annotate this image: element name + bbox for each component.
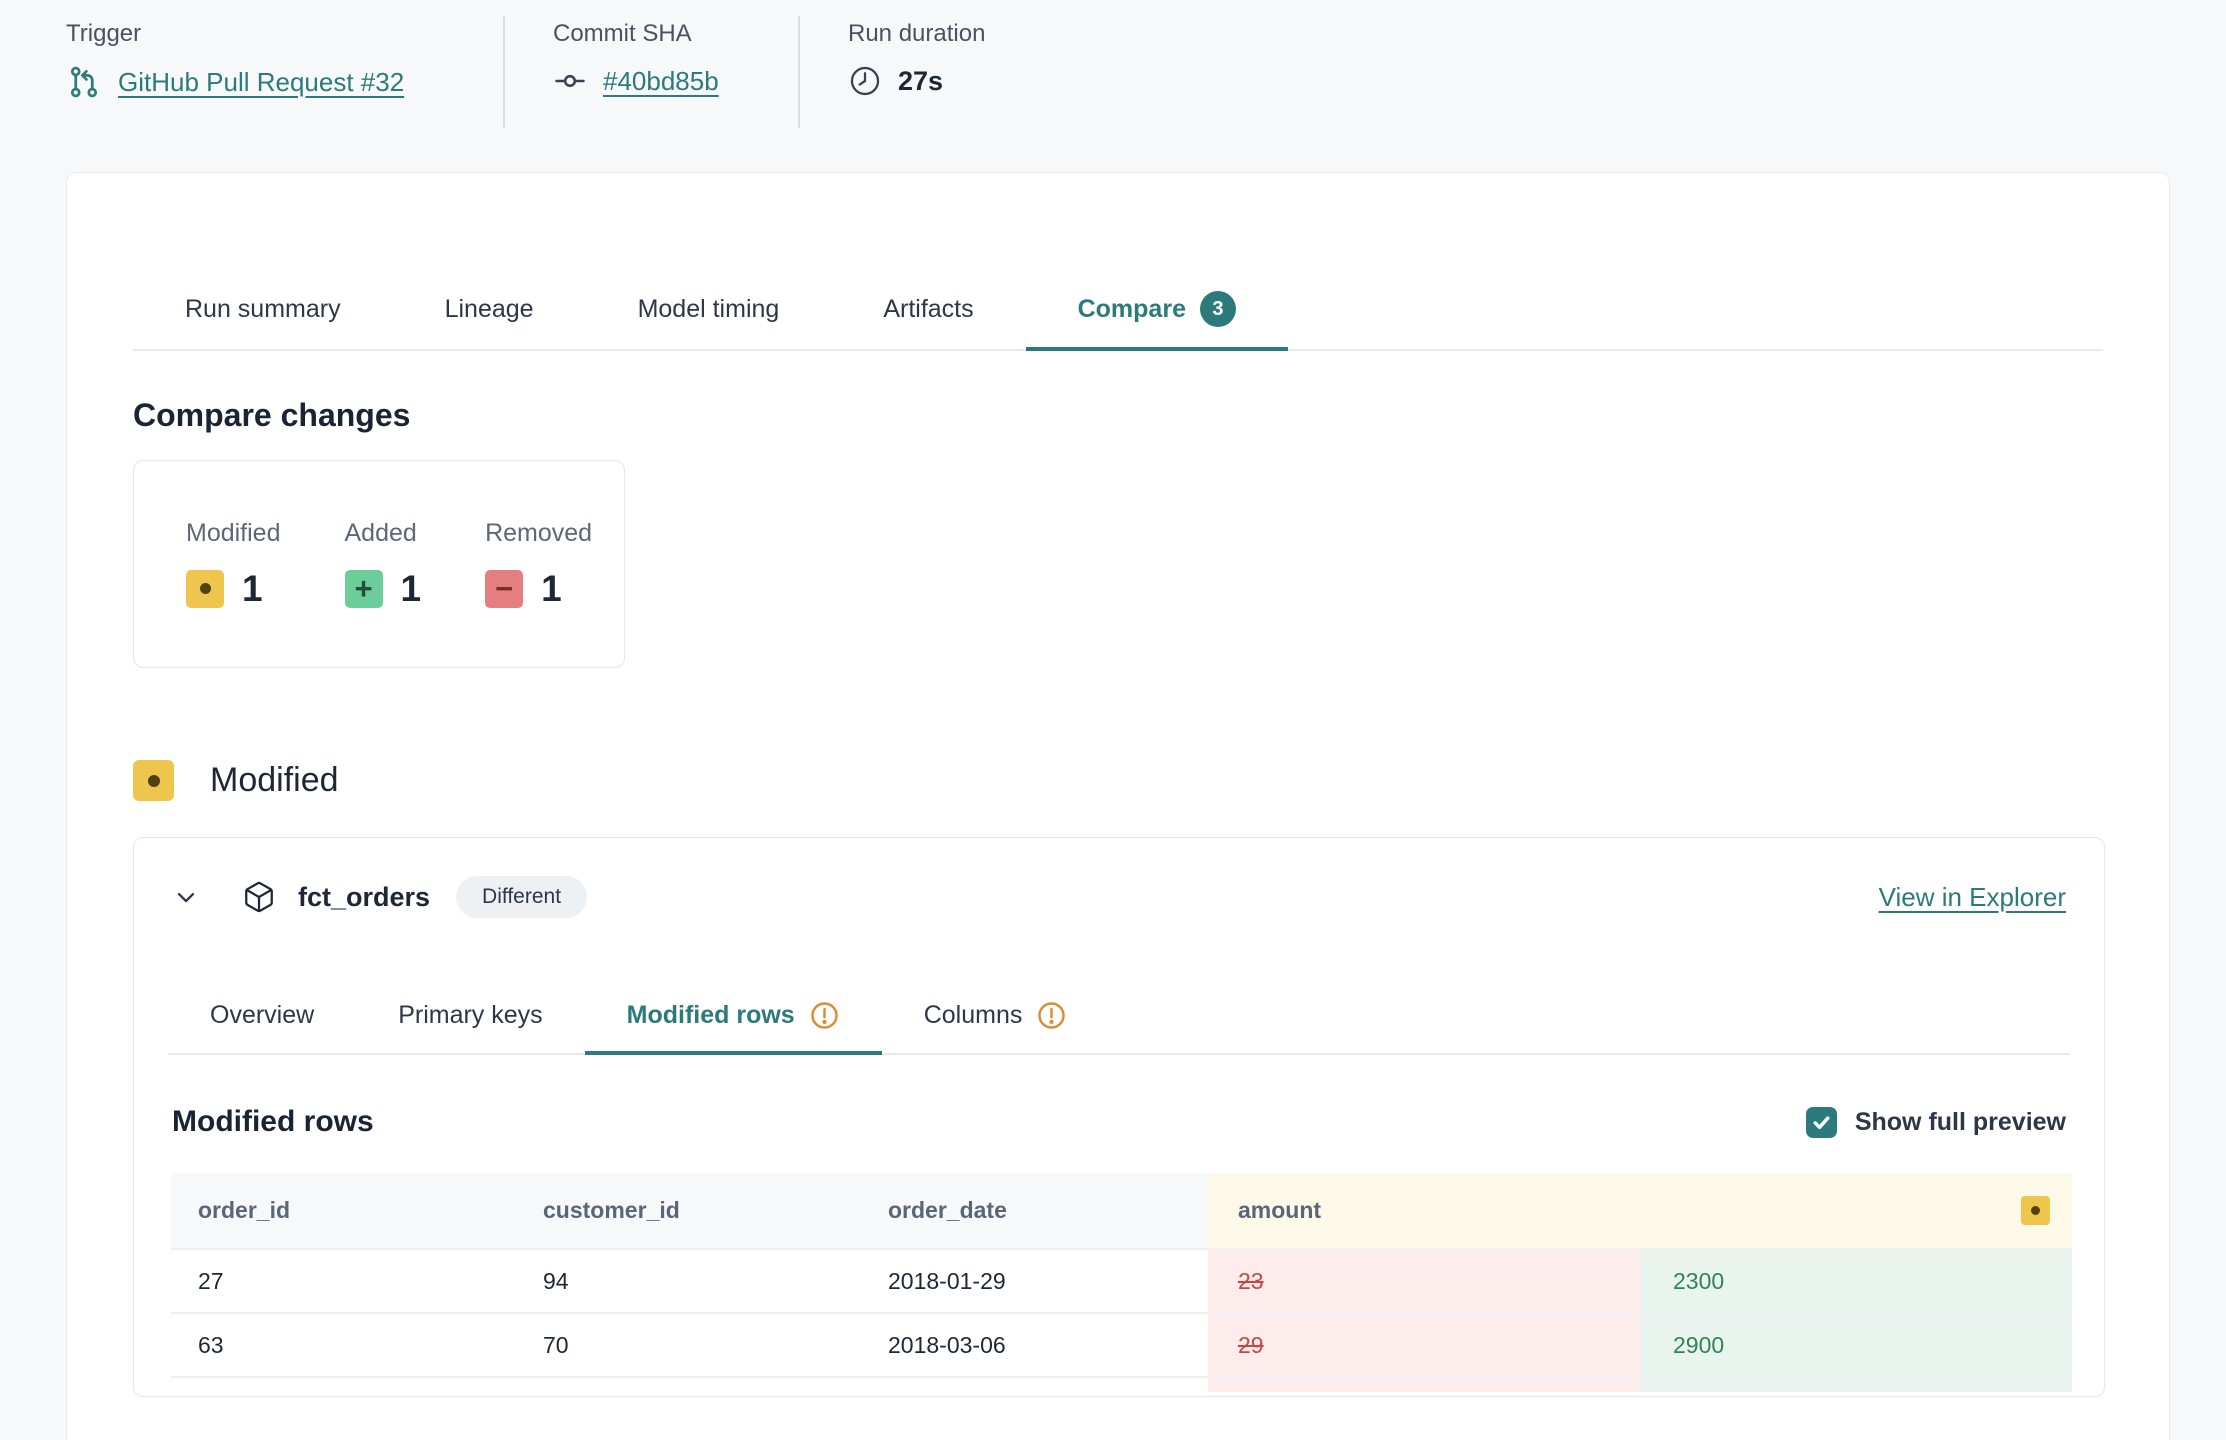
tab-run-summary[interactable]: Run summary xyxy=(133,279,393,351)
table-header-row: order_id customer_id order_date amount xyxy=(171,1173,2072,1248)
stat-added-value: 1 xyxy=(401,568,422,610)
duration-label: Run duration xyxy=(848,20,985,48)
view-in-explorer-link[interactable]: View in Explorer xyxy=(1879,882,2066,913)
model-card-fct-orders: fct_orders Different View in Explorer Ov… xyxy=(133,837,2105,1397)
amount-old-value: 29 xyxy=(1208,1314,1641,1376)
stat-removed-label: Removed xyxy=(485,519,592,548)
modified-section-heading: Modified xyxy=(133,760,2103,801)
modified-dot-icon xyxy=(133,760,174,801)
added-plus-icon: + xyxy=(345,570,383,608)
header-divider xyxy=(798,16,800,128)
clock-icon xyxy=(848,64,882,98)
modified-rows-table: order_id customer_id order_date amount 2… xyxy=(171,1173,2072,1392)
table-row xyxy=(171,1376,2072,1392)
modified-section-title: Modified xyxy=(210,761,339,800)
commit-meta: Commit SHA #40bd85b xyxy=(553,20,719,98)
column-header-order-date: order_date xyxy=(861,1173,1208,1248)
show-full-preview-toggle[interactable]: Show full preview xyxy=(1806,1107,2066,1138)
duration-meta: Run duration 27s xyxy=(848,20,985,98)
run-tabs: Run summary Lineage Model timing Artifac… xyxy=(133,279,2103,351)
commit-label: Commit SHA xyxy=(553,20,719,48)
run-meta-header: Trigger GitHub Pull Request #32 Commit S… xyxy=(0,0,2226,172)
column-header-order-id: order_id xyxy=(171,1173,516,1248)
warning-icon xyxy=(1036,1000,1067,1031)
compare-count-badge: 3 xyxy=(1200,291,1236,327)
stat-removed: Removed − 1 xyxy=(485,519,592,610)
run-detail-card: Run summary Lineage Model timing Artifac… xyxy=(66,172,2170,1440)
stat-modified-value: 1 xyxy=(242,568,263,610)
modified-rows-title: Modified rows xyxy=(172,1105,374,1139)
stat-removed-value: 1 xyxy=(541,568,562,610)
table-row: 27 94 2018-01-29 23 2300 xyxy=(171,1248,2072,1312)
commit-icon xyxy=(553,64,587,98)
compare-changes-heading: Compare changes xyxy=(133,397,2103,434)
show-full-preview-label: Show full preview xyxy=(1855,1108,2066,1137)
tab-modified-rows[interactable]: Modified rows xyxy=(585,988,882,1055)
modified-dot-icon xyxy=(186,570,224,608)
modified-dot-icon xyxy=(2021,1196,2050,1225)
stat-added-label: Added xyxy=(345,519,422,548)
column-header-customer-id: customer_id xyxy=(516,1173,861,1248)
model-card-header: fct_orders Different View in Explorer xyxy=(134,838,2104,918)
stat-modified: Modified 1 xyxy=(186,519,281,610)
cube-icon xyxy=(242,880,276,914)
pull-request-icon xyxy=(66,64,102,100)
trigger-meta: Trigger GitHub Pull Request #32 xyxy=(66,20,404,100)
chevron-down-icon[interactable] xyxy=(172,883,200,911)
tab-overview[interactable]: Overview xyxy=(168,988,356,1055)
tab-compare[interactable]: Compare 3 xyxy=(1026,279,1288,351)
commit-sha-link[interactable]: #40bd85b xyxy=(603,66,719,97)
duration-value: 27s xyxy=(898,66,943,97)
table-row: 63 70 2018-03-06 29 2900 xyxy=(171,1312,2072,1376)
stat-modified-label: Modified xyxy=(186,519,281,548)
amount-new-value: 2900 xyxy=(1641,1314,2072,1376)
compare-summary-card: Modified 1 Added + 1 Removed − 1 xyxy=(133,460,625,668)
removed-minus-icon: − xyxy=(485,570,523,608)
amount-old-value: 23 xyxy=(1208,1250,1641,1312)
trigger-label: Trigger xyxy=(66,20,404,48)
model-tabs: Overview Primary keys Modified rows Colu… xyxy=(168,988,2070,1055)
tab-lineage[interactable]: Lineage xyxy=(393,279,586,351)
tab-columns[interactable]: Columns xyxy=(882,988,1110,1055)
tab-primary-keys[interactable]: Primary keys xyxy=(356,988,584,1055)
modified-rows-header: Modified rows Show full preview xyxy=(172,1105,2066,1139)
stat-added: Added + 1 xyxy=(345,519,422,610)
model-name: fct_orders xyxy=(298,882,430,913)
amount-new-value: 2300 xyxy=(1641,1250,2072,1312)
checkbox-checked-icon[interactable] xyxy=(1806,1107,1837,1138)
trigger-pr-link[interactable]: GitHub Pull Request #32 xyxy=(118,67,404,98)
warning-icon xyxy=(809,1000,840,1031)
header-divider xyxy=(503,16,505,128)
tab-artifacts[interactable]: Artifacts xyxy=(831,279,1025,351)
status-badge: Different xyxy=(456,876,587,918)
tab-model-timing[interactable]: Model timing xyxy=(586,279,832,351)
column-header-amount: amount xyxy=(1208,1173,2072,1248)
